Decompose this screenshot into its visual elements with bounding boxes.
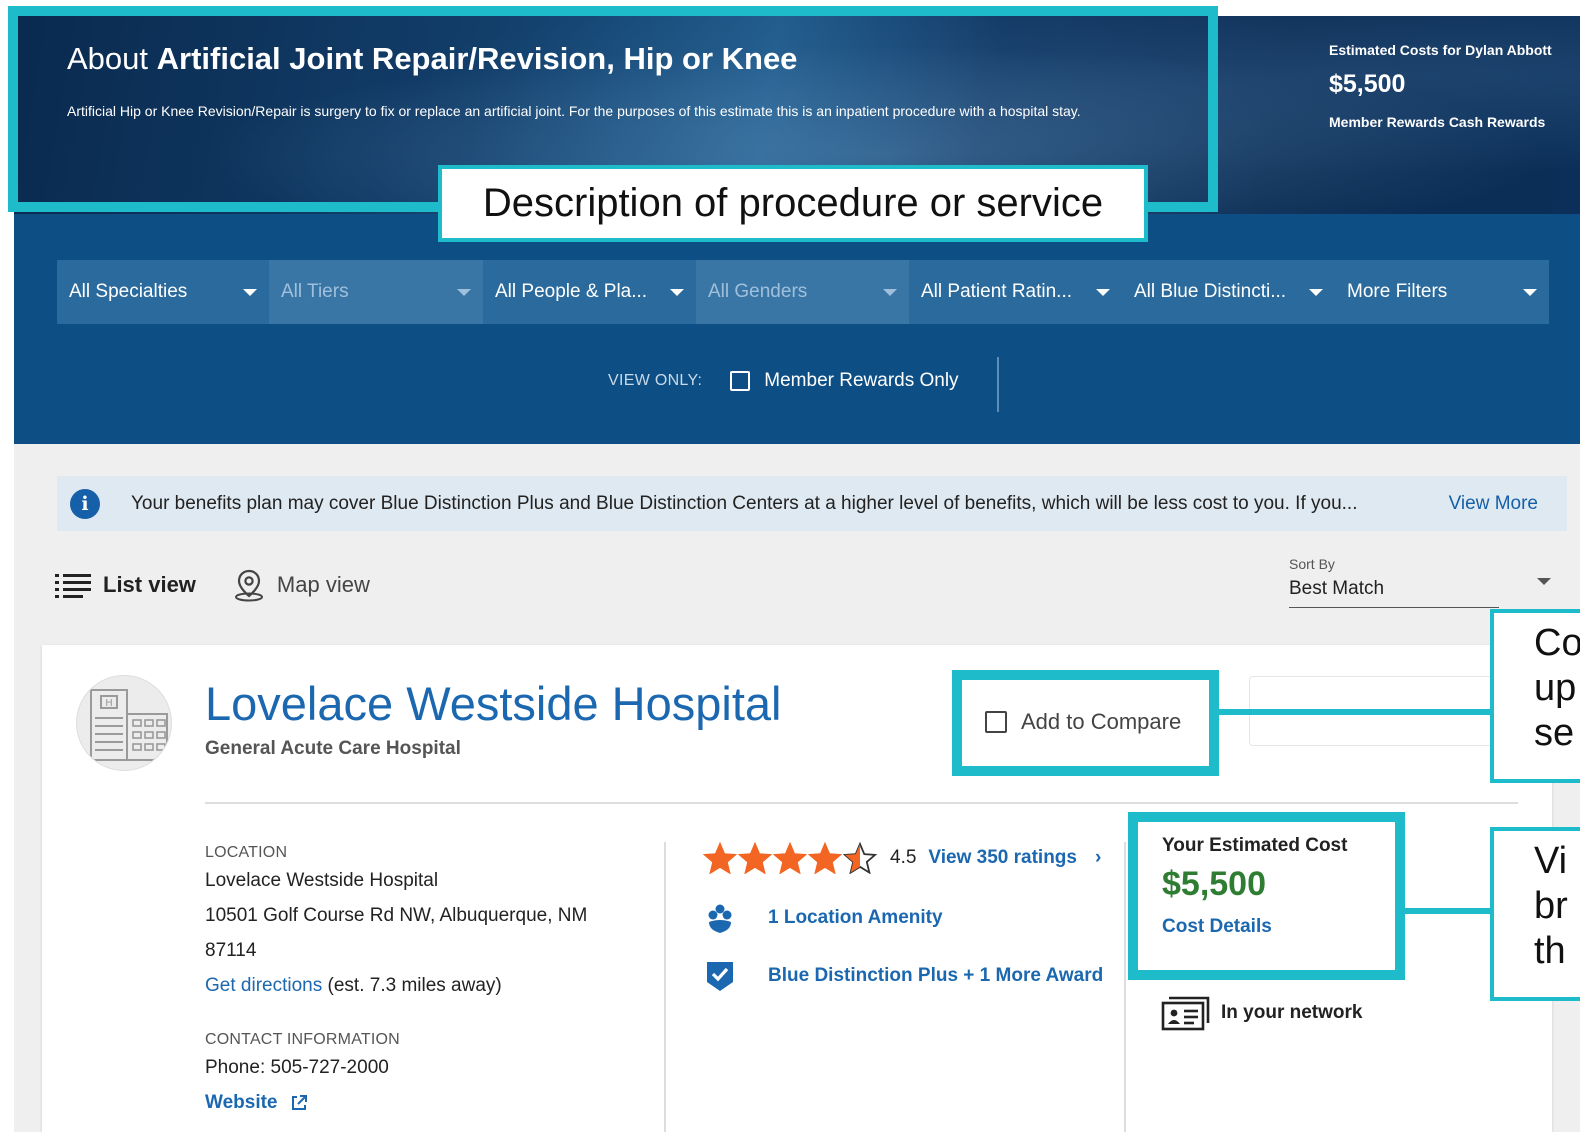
info-icon: i bbox=[70, 488, 100, 519]
rating-value: 4.5 bbox=[890, 847, 917, 868]
member-rewards-checkbox[interactable] bbox=[730, 371, 751, 391]
list-icon bbox=[55, 572, 91, 598]
map-pin-icon bbox=[234, 569, 263, 602]
star-icon bbox=[843, 842, 877, 874]
directions-row: Get directions (est. 7.3 miles away) bbox=[205, 975, 502, 997]
contact-heading: CONTACT INFORMATION bbox=[205, 1031, 400, 1048]
compare-callout-frame bbox=[952, 670, 1219, 776]
cost-callout-connector bbox=[1405, 908, 1492, 914]
info-text: Your benefits plan may cover Blue Distin… bbox=[131, 492, 1358, 514]
view-more-link[interactable]: View More bbox=[1449, 493, 1538, 515]
location-name: Lovelace Westside Hospital bbox=[205, 870, 439, 891]
svg-text:H: H bbox=[105, 698, 113, 709]
hospital-avatar: H bbox=[76, 675, 172, 771]
column-divider bbox=[1124, 842, 1126, 1132]
location-heading: LOCATION bbox=[205, 844, 288, 861]
sort-label: Sort By bbox=[1289, 556, 1335, 572]
amenity-icon bbox=[708, 904, 732, 933]
provider-name-link[interactable]: Lovelace Westside Hospital bbox=[205, 676, 781, 731]
star-icon bbox=[808, 842, 842, 874]
filter-blue-distinction[interactable]: All Blue Distincti... bbox=[1122, 260, 1335, 324]
external-link-icon bbox=[291, 1095, 307, 1110]
get-directions-link[interactable]: Get directions bbox=[205, 975, 322, 996]
estimate-amount: $5,500 bbox=[1329, 70, 1406, 98]
filter-patient-ratings[interactable]: All Patient Ratin... bbox=[909, 260, 1122, 324]
compare-callout-label: Co up se bbox=[1490, 609, 1580, 783]
list-view-button[interactable]: List view bbox=[55, 572, 196, 598]
cost-callout-frame bbox=[1128, 812, 1405, 980]
star-icon bbox=[738, 842, 772, 874]
view-ratings-link[interactable]: View 350 ratings bbox=[928, 847, 1077, 869]
star-icon bbox=[773, 842, 807, 874]
sort-value: Best Match bbox=[1289, 578, 1499, 608]
chevron-down-icon bbox=[1537, 578, 1551, 585]
chevron-down-icon bbox=[457, 288, 471, 296]
network-card-icon bbox=[1161, 996, 1210, 1031]
estimate-label: Estimated Costs for Dylan Abbott bbox=[1329, 42, 1552, 58]
amenity-row[interactable]: 1 Location Amenity bbox=[705, 902, 943, 934]
filter-specialties[interactable]: All Specialties bbox=[57, 260, 269, 324]
chevron-down-icon bbox=[1309, 288, 1323, 296]
chevron-down-icon bbox=[670, 288, 684, 296]
compare-callout-connector bbox=[1219, 709, 1492, 715]
rewards-label: Member Rewards Cash Rewards bbox=[1329, 114, 1546, 130]
map-view-label: Map view bbox=[276, 572, 370, 597]
chevron-down-icon bbox=[883, 288, 897, 296]
view-only-row: VIEW ONLY: Member Rewards Only bbox=[608, 370, 959, 392]
website-row[interactable]: Website bbox=[205, 1092, 308, 1114]
divider bbox=[997, 357, 999, 412]
provider-type: General Acute Care Hospital bbox=[205, 738, 461, 759]
network-status: In your network bbox=[1161, 995, 1362, 1031]
filter-bar: All Specialties All Tiers All People & P… bbox=[57, 260, 1549, 324]
filter-people-places[interactable]: All People & Pla... bbox=[483, 260, 696, 324]
amenity-link[interactable]: 1 Location Amenity bbox=[768, 907, 943, 929]
sort-dropdown[interactable]: Sort By Best Match bbox=[1289, 556, 1551, 608]
map-view-button[interactable]: Map view bbox=[233, 568, 370, 602]
description-callout-label: Description of procedure or service bbox=[438, 165, 1148, 242]
chevron-right-icon[interactable]: › bbox=[1095, 847, 1101, 869]
view-only-label: VIEW ONLY: bbox=[608, 372, 703, 389]
network-label: In your network bbox=[1221, 1002, 1363, 1023]
chevron-down-icon bbox=[243, 288, 257, 296]
chevron-down-icon bbox=[1096, 288, 1110, 296]
filter-more[interactable]: More Filters bbox=[1335, 260, 1549, 324]
filter-genders[interactable]: All Genders bbox=[696, 260, 909, 324]
column-divider bbox=[664, 842, 666, 1132]
filter-tiers[interactable]: All Tiers bbox=[269, 260, 483, 324]
distance-text: (est. 7.3 miles away) bbox=[327, 975, 502, 996]
blue-distinction-badge-icon bbox=[707, 962, 733, 991]
member-rewards-label[interactable]: Member Rewards Only bbox=[764, 370, 958, 392]
address-line-1: 10501 Golf Course Rd NW, Albuquerque, NM bbox=[205, 905, 588, 926]
estimated-cost-panel: Estimated Costs for Dylan Abbott $5,500 … bbox=[1329, 42, 1552, 130]
hospital-building-icon: H bbox=[90, 689, 168, 761]
list-view-label: List view bbox=[103, 572, 196, 597]
award-link[interactable]: Blue Distinction Plus + 1 More Award bbox=[768, 965, 1103, 987]
website-link[interactable]: Website bbox=[205, 1092, 278, 1114]
benefits-info-bar: i Your benefits plan may cover Blue Dist… bbox=[57, 476, 1567, 531]
star-icon bbox=[703, 842, 737, 874]
rating-row: 4.5 View 350 ratings › bbox=[703, 842, 1101, 874]
award-row[interactable]: Blue Distinction Plus + 1 More Award bbox=[705, 960, 1103, 992]
star-rating bbox=[703, 842, 878, 874]
view-toggle: List view Map view bbox=[55, 568, 370, 602]
address-line-2: 87114 bbox=[205, 940, 257, 961]
cost-callout-label: Vi br th bbox=[1490, 827, 1580, 1001]
chevron-down-icon bbox=[1523, 288, 1537, 296]
phone-number: Phone: 505-727-2000 bbox=[205, 1057, 389, 1078]
card-divider bbox=[205, 802, 1518, 804]
